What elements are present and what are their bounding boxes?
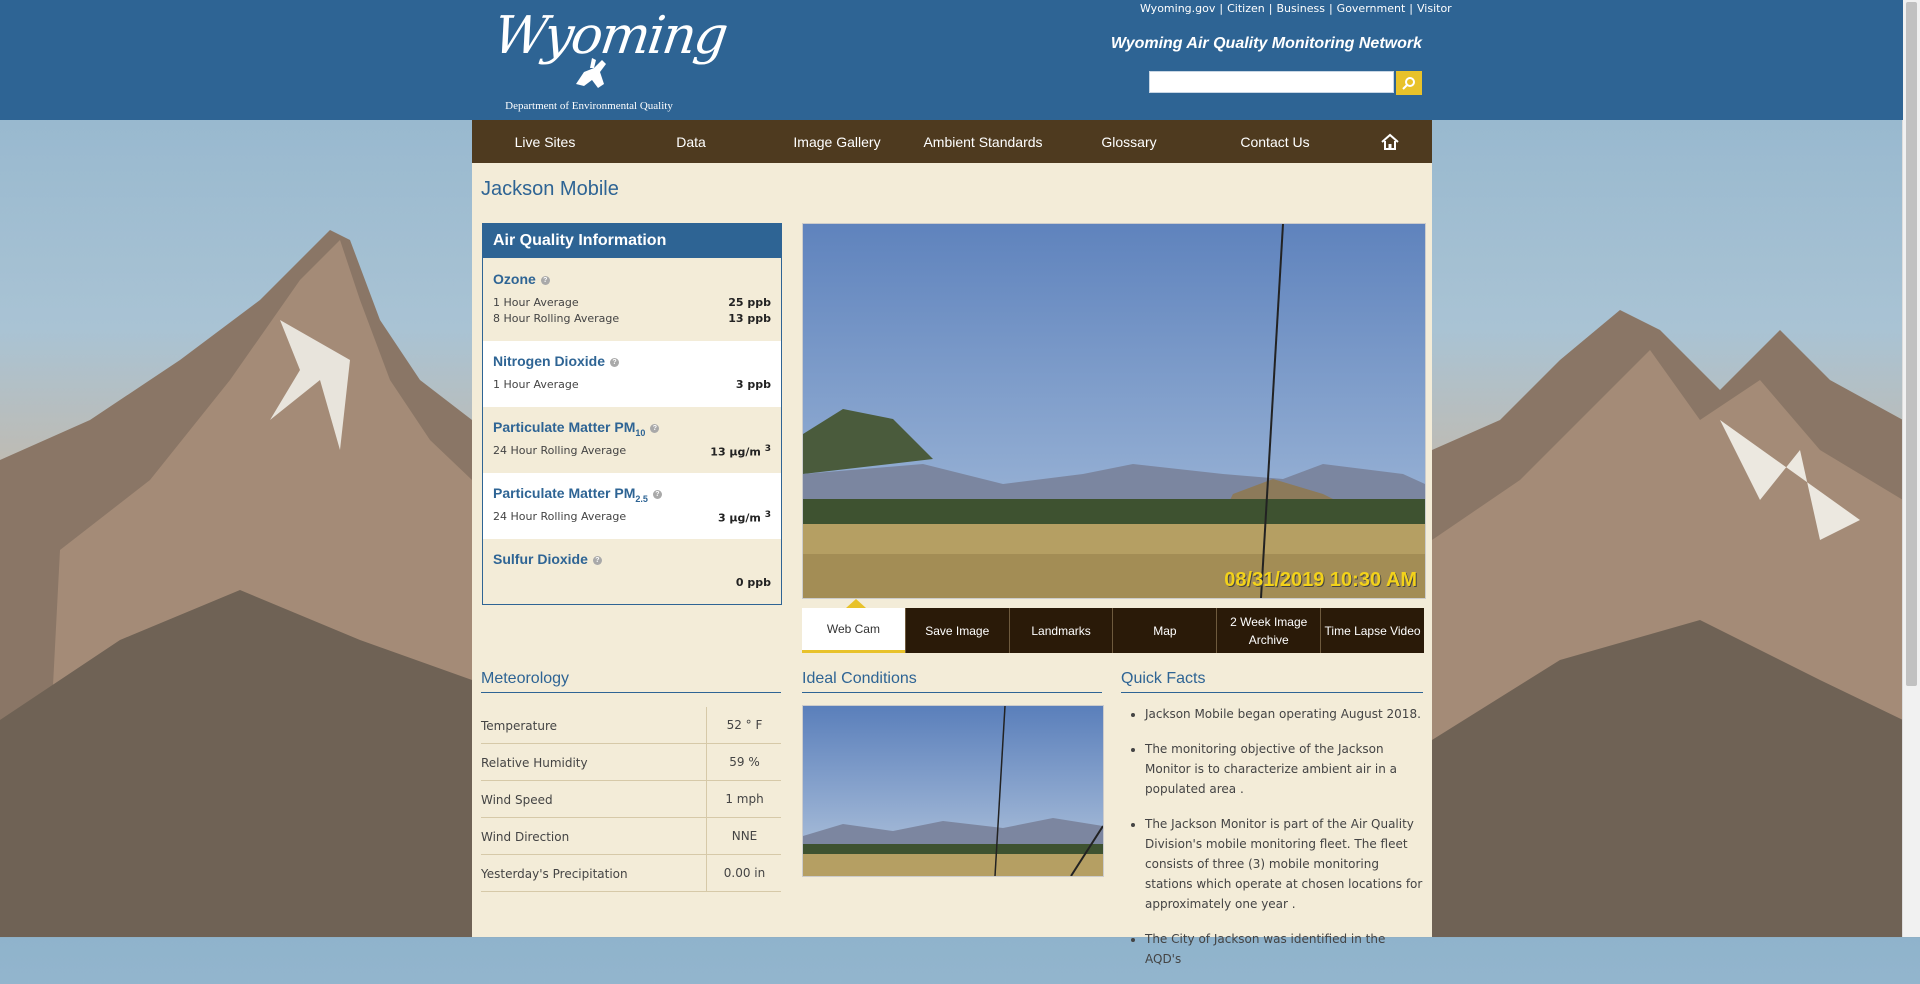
help-icon[interactable]: ?: [650, 424, 660, 433]
pm10-name[interactable]: Particulate Matter PM10: [493, 419, 645, 438]
logo-department: Department of Environmental Quality: [505, 100, 673, 112]
webcam-tabs: Web Cam Save Image Landmarks Map 2 Week …: [802, 608, 1424, 653]
search-input[interactable]: [1149, 71, 1394, 93]
link-government[interactable]: Government: [1337, 2, 1406, 15]
ozone-row-label: 1 Hour Average: [493, 296, 579, 309]
help-icon[interactable]: ?: [540, 276, 550, 285]
ozone-row-value: 13 ppb: [728, 312, 771, 325]
table-row: Wind Speed 1 mph: [481, 781, 781, 818]
webcam-timestamp: 08/31/2019 10:30 AM: [1224, 569, 1417, 591]
pm10-row-label: 24 Hour Rolling Average: [493, 444, 627, 457]
scrollbar-thumb[interactable]: [1906, 2, 1917, 686]
link-business[interactable]: Business: [1276, 2, 1325, 15]
met-label: Relative Humidity: [481, 756, 588, 770]
help-icon[interactable]: ?: [610, 358, 620, 367]
air-quality-heading: Air Quality Information: [483, 224, 781, 258]
tab-time-lapse-video[interactable]: Time Lapse Video: [1320, 608, 1424, 653]
tab-map[interactable]: Map: [1112, 608, 1217, 653]
no2-name[interactable]: Nitrogen Dioxide: [493, 353, 605, 369]
pollutant-pm25: Particulate Matter PM2.5? 24 Hour Rollin…: [483, 473, 781, 539]
pm10-row-value: 13 µg/m 3: [710, 444, 771, 459]
met-value: 0.00 in: [706, 855, 782, 891]
met-value: NNE: [706, 818, 782, 854]
so2-row-value: 0 ppb: [735, 576, 771, 589]
met-value: 52 ° F: [706, 707, 782, 743]
main-nav: Live Sites Data Image Gallery Ambient St…: [472, 120, 1432, 163]
link-wyoming-gov[interactable]: Wyoming.gov: [1140, 2, 1215, 15]
meteorology-table: Temperature 52 ° F Relative Humidity 59 % …: [481, 707, 781, 892]
pollutant-pm10: Particulate Matter PM10? 24 Hour Rolling…: [483, 407, 781, 473]
help-icon[interactable]: ?: [592, 556, 602, 565]
met-value: 1 mph: [706, 781, 782, 817]
site-title: Wyoming Air Quality Monitoring Network: [1110, 35, 1422, 52]
tab-landmarks[interactable]: Landmarks: [1008, 608, 1113, 653]
met-value: 59 %: [706, 744, 782, 780]
table-row: Relative Humidity 59 %: [481, 744, 781, 781]
divider: [1121, 692, 1423, 693]
search-bar: [1149, 71, 1422, 95]
home-icon: [1381, 133, 1399, 150]
help-icon[interactable]: ?: [652, 490, 662, 499]
webcam-image[interactable]: 08/31/2019 10:30 AM: [802, 223, 1426, 599]
tab-save-image[interactable]: Save Image: [904, 608, 1009, 653]
nav-home[interactable]: [1348, 120, 1432, 163]
quick-facts-heading: Quick Facts: [1121, 670, 1206, 687]
pollutant-nitrogen-dioxide: Nitrogen Dioxide? 1 Hour Average 3 ppb: [483, 341, 781, 407]
nav-glossary[interactable]: Glossary: [1056, 120, 1202, 163]
pm25-name[interactable]: Particulate Matter PM2.5: [493, 485, 648, 504]
nav-live-sites[interactable]: Live Sites: [472, 120, 618, 163]
page-title: Jackson Mobile: [481, 178, 619, 200]
top-links: Wyoming.gov | Citizen | Business | Government |…: [1140, 2, 1452, 15]
table-row: Yesterday's Precipitation 0.00 in: [481, 855, 781, 892]
page-scrollbar[interactable]: [1902, 0, 1920, 937]
search-button[interactable]: [1396, 71, 1422, 95]
link-citizen[interactable]: Citizen: [1227, 2, 1265, 15]
list-item: The monitoring objective of the Jackson …: [1145, 739, 1423, 799]
so2-name[interactable]: Sulfur Dioxide: [493, 551, 588, 567]
table-row: Temperature 52 ° F: [481, 707, 781, 744]
met-label: Wind Direction: [481, 830, 570, 844]
bucking-horse-icon: [576, 58, 606, 88]
ideal-conditions-heading: Ideal Conditions: [802, 670, 917, 687]
tab-web-cam[interactable]: Web Cam: [802, 608, 905, 653]
search-icon: [1402, 77, 1415, 90]
pollutant-sulfur-dioxide: Sulfur Dioxide? 0 ppb: [483, 539, 781, 603]
tab-2-week-image-archive[interactable]: 2 Week Image Archive: [1216, 608, 1321, 653]
nav-contact-us[interactable]: Contact Us: [1202, 120, 1348, 163]
quick-facts-list: Jackson Mobile began operating August 20…: [1121, 704, 1423, 984]
pm25-row-value: 3 µg/m 3: [717, 510, 771, 525]
air-quality-panel: Air Quality Information Ozone? 1 Hour Av…: [482, 223, 782, 605]
divider: [481, 692, 781, 693]
link-visitor[interactable]: Visitor: [1417, 2, 1452, 15]
list-item: The Jackson Monitor is part of the Air Q…: [1145, 814, 1423, 914]
pm25-row-label: 24 Hour Rolling Average: [493, 510, 627, 523]
divider: [802, 692, 1102, 693]
meteorology-heading: Meteorology: [481, 670, 570, 687]
no2-row-label: 1 Hour Average: [493, 378, 579, 391]
nav-data[interactable]: Data: [618, 120, 764, 163]
met-label: Temperature: [481, 719, 558, 733]
pollutant-ozone: Ozone? 1 Hour Average 25 ppb 8 Hour Rolli…: [483, 259, 781, 341]
ozone-row-label: 8 Hour Rolling Average: [493, 312, 620, 325]
nav-image-gallery[interactable]: Image Gallery: [764, 120, 910, 163]
list-item: Jackson Mobile began operating August 20…: [1145, 704, 1423, 724]
main-panel: Live Sites Data Image Gallery Ambient St…: [472, 120, 1432, 966]
site-header: Wyoming Department of Environmental Qual…: [0, 0, 1903, 120]
ozone-name[interactable]: Ozone: [493, 271, 536, 287]
nav-ambient-standards[interactable]: Ambient Standards: [910, 120, 1056, 163]
ideal-conditions-image[interactable]: [802, 705, 1104, 877]
active-tab-indicator: [846, 599, 866, 608]
met-label: Wind Speed: [481, 793, 553, 807]
ideal-scene: [803, 706, 1103, 876]
met-label: Yesterday's Precipitation: [481, 867, 628, 881]
wyoming-deq-logo[interactable]: Wyoming Department of Environmental Qual…: [484, 4, 730, 116]
list-item: The City of Jackson was identified in th…: [1145, 929, 1423, 969]
webcam-scene: [803, 224, 1425, 598]
no2-row-value: 3 ppb: [735, 378, 771, 391]
table-row: Wind Direction NNE: [481, 818, 781, 855]
ozone-row-value: 25 ppb: [728, 296, 771, 309]
